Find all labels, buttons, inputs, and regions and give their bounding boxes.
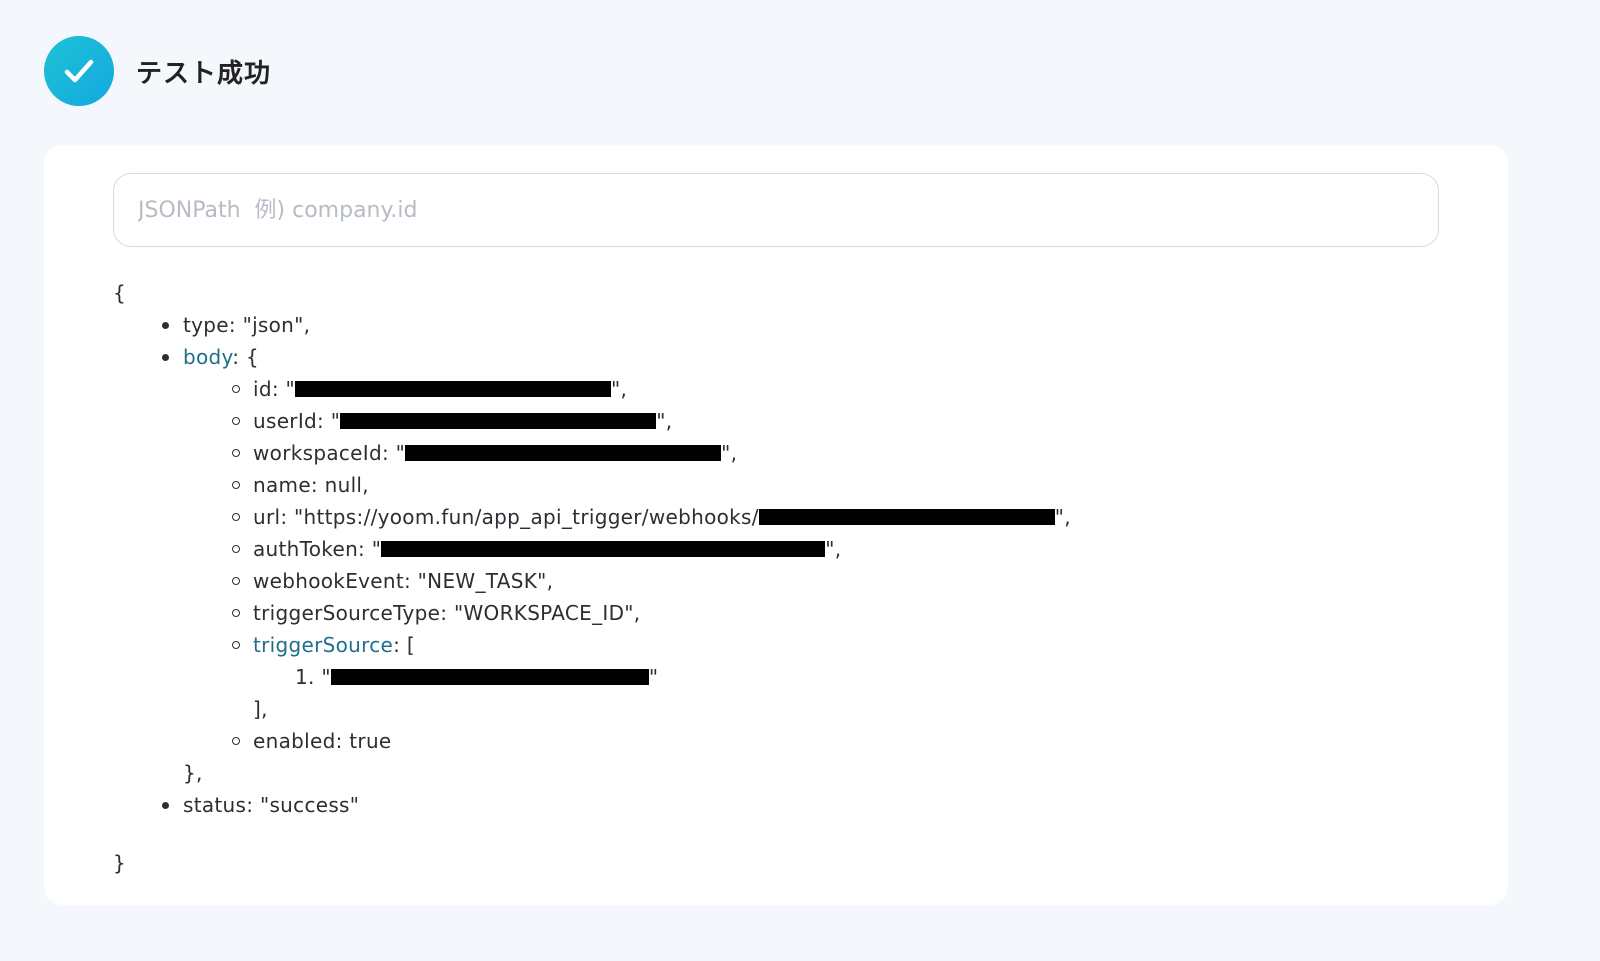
userid-prefix: userId: ": [253, 409, 341, 433]
triggersource-open: : [: [393, 633, 415, 657]
userid-suffix: ",: [656, 409, 673, 433]
workspaceid-prefix: workspaceId: ": [253, 441, 406, 465]
json-name-line: name: null,: [113, 469, 1071, 501]
json-open-brace: {: [113, 281, 127, 305]
json-userid-line: userId: " ",: [113, 405, 1071, 437]
json-body-close: },: [183, 761, 203, 785]
jsonpath-search-input[interactable]: [113, 173, 1439, 247]
redacted-value: [330, 669, 649, 685]
json-close-brace: }: [113, 851, 127, 875]
id-suffix: ",: [611, 377, 628, 401]
check-circle-icon: [44, 36, 114, 106]
page-title: テスト成功: [136, 58, 272, 89]
workspaceid-suffix: ",: [721, 441, 738, 465]
json-tree: { type: "json", body: { id: " ", userId: …: [113, 277, 1071, 879]
json-body-line: body: {: [113, 341, 1071, 373]
json-workspaceid-line: workspaceId: " ",: [113, 437, 1071, 469]
json-array-close: ],: [253, 697, 268, 721]
triggersource-key-toggle[interactable]: triggerSource: [253, 633, 393, 657]
result-header: テスト成功: [44, 36, 271, 106]
json-id-line: id: " ",: [113, 373, 1071, 405]
authtoken-suffix: ",: [825, 537, 842, 561]
result-panel: { type: "json", body: { id: " ", userId: …: [44, 145, 1508, 905]
authtoken-prefix: authToken: ": [253, 537, 382, 561]
id-prefix: id: ": [253, 377, 296, 401]
json-type-line: type: "json",: [113, 309, 1071, 341]
redacted-value: [405, 445, 722, 461]
url-prefix: url: "https://yoom.fun/app_api_trigger/w…: [253, 505, 759, 529]
json-triggersource-line: triggerSource: [: [113, 629, 1071, 661]
redacted-value: [381, 541, 826, 557]
item-prefix: 1. ": [295, 665, 331, 689]
url-suffix: ",: [1054, 505, 1071, 529]
redacted-value: [295, 381, 612, 397]
body-open: : {: [232, 345, 259, 369]
json-enabled-line: enabled: true: [113, 725, 1071, 757]
redacted-value: [758, 509, 1055, 525]
json-authtoken-line: authToken: " ",: [113, 533, 1071, 565]
json-status-line: status: "success": [113, 789, 1071, 821]
json-webhookevent-line: webhookEvent: "NEW_TASK",: [113, 565, 1071, 597]
json-triggersourcetype-line: triggerSourceType: "WORKSPACE_ID",: [113, 597, 1071, 629]
json-triggersource-item: 1. " ": [113, 661, 1071, 693]
json-url-line: url: "https://yoom.fun/app_api_trigger/w…: [113, 501, 1071, 533]
body-key-toggle[interactable]: body: [183, 345, 232, 369]
redacted-value: [340, 413, 657, 429]
item-suffix: ": [648, 665, 659, 689]
